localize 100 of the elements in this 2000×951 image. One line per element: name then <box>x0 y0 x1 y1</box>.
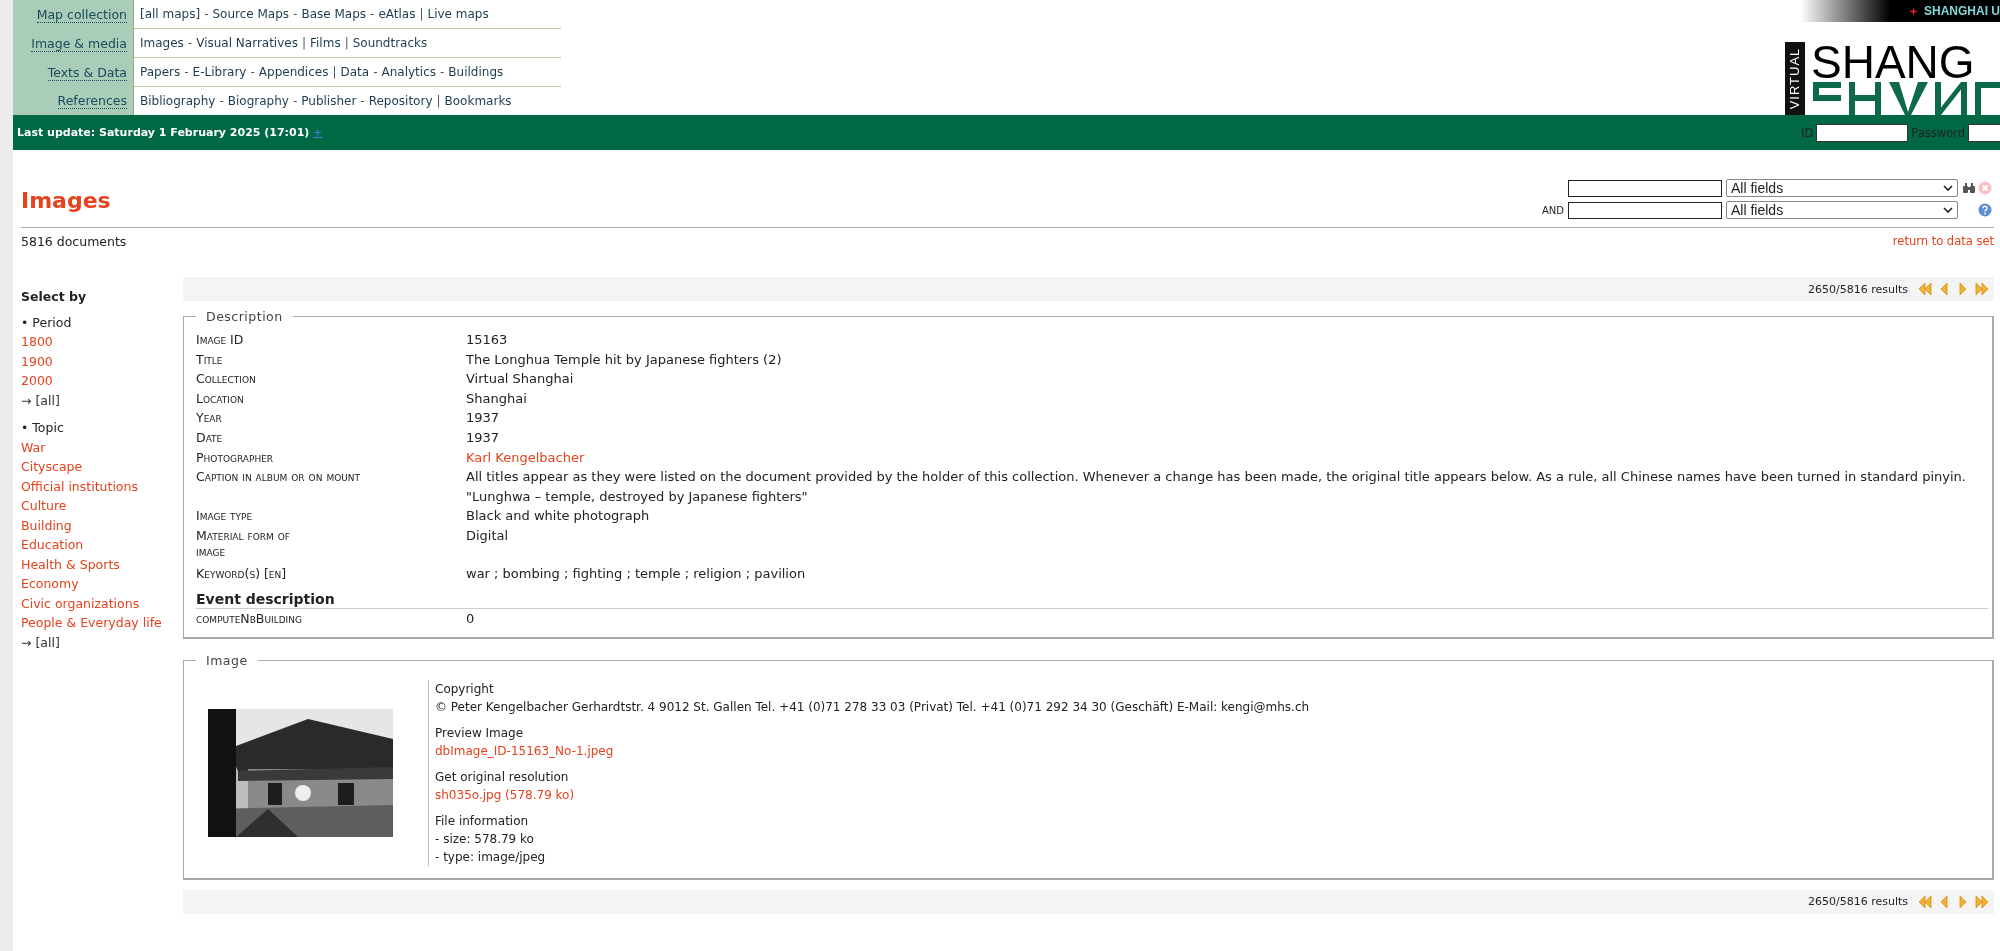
field-value: The Longhua Temple hit by Japanese fighters (2) <box>466 350 783 369</box>
separator: | <box>419 7 424 21</box>
field-label: Image type <box>196 508 253 524</box>
separator: - <box>250 65 255 79</box>
info-heading: Copyright <box>435 680 495 698</box>
section-heading: Event description <box>196 591 1988 610</box>
filter-link[interactable]: Health & Sports <box>21 554 169 574</box>
top-banner[interactable]: SHANGHAI U <box>1800 0 2000 22</box>
separator: - <box>440 65 445 79</box>
separator: | <box>436 94 441 108</box>
banner-text[interactable]: SHANGHAI U <box>1924 4 2000 18</box>
field-value: 0 <box>466 610 476 629</box>
field-select[interactable]: All fields <box>1726 179 1958 197</box>
filter-link[interactable]: Building <box>21 515 169 535</box>
separator: - <box>373 65 378 79</box>
search-field[interactable] <box>1568 201 1722 219</box>
last-page-icon[interactable] <box>1974 893 1990 910</box>
file-link[interactable]: dbImage_ID-15163_No-1.jpeg <box>435 743 614 758</box>
field-label: Material form of image <box>196 526 291 560</box>
nav-link[interactable]: Bookmarks <box>444 94 512 108</box>
field-label: Year <box>196 410 222 426</box>
nav-link[interactable]: eAtlas <box>378 7 416 21</box>
nav-link[interactable]: Publisher <box>301 94 357 108</box>
field-value: All titles appear as they were listed on the document provided by the holder of this collection. Whenever a change has been made, the original title appears below. As a rule, all Chinese names have been turned in standard pinyin. <box>466 468 1967 487</box>
nav-link[interactable]: Base Maps <box>301 7 367 21</box>
panel-legend: Description <box>196 309 293 324</box>
result-count: 2650/5816 results <box>1807 895 1908 909</box>
filter-link[interactable]: 1800 <box>21 332 169 352</box>
separator: - <box>184 65 189 79</box>
filter-link[interactable]: Official institutions <box>21 476 169 496</box>
separator: - <box>204 7 209 21</box>
info-text: © Peter Kengelbacher Gerhardtstr. 4 9012 St. Gallen Tel. +41 (0)71 278 33 03 (Privat) Tel. +41 (0)71 292 34 30 (Geschäft) E-Mail: kengi@mhs.ch <box>435 698 1310 716</box>
separator: | <box>344 36 349 50</box>
all-link[interactable]: → [all] <box>21 632 169 652</box>
help-icon[interactable] <box>1978 203 1992 217</box>
field-label: Keyword(s) [en] <box>196 565 287 581</box>
first-page-icon[interactable] <box>1917 893 1933 910</box>
field-label: Date <box>196 429 223 445</box>
field-label: Photographer <box>196 449 274 465</box>
field-label: Image ID <box>196 332 244 347</box>
all-link[interactable]: → [all] <box>21 390 169 410</box>
nav-link[interactable]: Buildings <box>448 65 504 79</box>
file-link[interactable]: sh035o.jpg (578.79 ko) <box>435 787 575 802</box>
nav-link[interactable]: Repository <box>368 94 433 108</box>
separator: - <box>360 94 365 108</box>
binoculars-icon[interactable] <box>1962 181 1976 195</box>
filter-group: • Period <box>21 312 169 332</box>
nav-link[interactable]: Visual Narratives <box>196 36 298 50</box>
nav-link[interactable]: Soundtracks <box>352 36 428 50</box>
filter-group: • Topic <box>21 418 169 438</box>
nav-link[interactable]: Live maps <box>427 7 489 21</box>
info-heading: Get original resolution <box>435 768 570 786</box>
return-link[interactable]: return to data set <box>1892 234 1994 249</box>
field-label: Collection <box>196 371 256 387</box>
last-page-icon[interactable] <box>1974 281 1990 297</box>
separator: - <box>292 94 298 108</box>
search-field[interactable] <box>1568 179 1722 197</box>
info-heading: File information <box>435 812 530 830</box>
nav-link[interactable]: Analytics <box>381 65 436 79</box>
logo-side-text: VIRTUAL <box>1787 47 1803 110</box>
page-title: Images <box>21 188 111 213</box>
filter-link[interactable]: Cityscape <box>21 457 169 477</box>
document-count: 5816 documents <box>21 234 127 249</box>
filter-link[interactable]: People & Everyday life <box>21 613 169 633</box>
nav-link[interactable]: Appendices <box>258 65 329 79</box>
first-page-icon[interactable] <box>1917 281 1933 297</box>
nav-link[interactable]: Source Maps <box>212 7 290 21</box>
field-label: Title <box>196 351 223 367</box>
filter-link[interactable]: 2000 <box>21 371 169 391</box>
field-value: Shanghai <box>466 389 528 408</box>
and-label: AND <box>1541 204 1564 216</box>
nav-link[interactable]: Films <box>310 36 341 50</box>
nav-link[interactable]: Papers <box>140 65 181 79</box>
separator: - <box>293 7 298 21</box>
nav-link[interactable]: Bibliography <box>140 94 216 108</box>
field-select[interactable]: All fields <box>1726 201 1958 219</box>
last-update: Last update: Saturday 1 February 2025 (17:01) <box>17 126 310 139</box>
filter-link[interactable]: Civic organizations <box>21 593 169 613</box>
nav-link[interactable]: Data <box>340 65 370 79</box>
field-label: Location <box>196 390 244 406</box>
result-count: 2650/5816 results <box>1807 282 1908 296</box>
filter-link[interactable]: Culture <box>21 496 169 516</box>
photographer-link[interactable]: Karl Kengelbacher <box>466 449 585 465</box>
filter-link[interactable]: Education <box>21 535 169 555</box>
caret-icon <box>1943 184 1953 192</box>
id-field[interactable] <box>1816 123 1909 142</box>
filter-link[interactable]: Economy <box>21 574 169 594</box>
panel-legend: Image <box>196 652 258 668</box>
nav-link[interactable]: [all maps] <box>140 7 201 21</box>
nav-link[interactable]: Images <box>140 36 184 50</box>
nav-link[interactable]: Biography <box>227 94 289 108</box>
caret-icon <box>1943 206 1953 214</box>
field-value: 1937 <box>466 428 501 447</box>
info-text: - type: image/jpeg <box>435 848 547 866</box>
star-icon <box>1909 6 1918 16</box>
field-value: "Lunghwa – temple, destroyed by Japanese fighters" <box>466 487 809 506</box>
separator: - <box>370 7 375 21</box>
filter-link[interactable]: 1900 <box>21 351 169 371</box>
nav-link[interactable]: E-Library <box>192 65 247 79</box>
filter-link[interactable]: War <box>21 437 169 457</box>
